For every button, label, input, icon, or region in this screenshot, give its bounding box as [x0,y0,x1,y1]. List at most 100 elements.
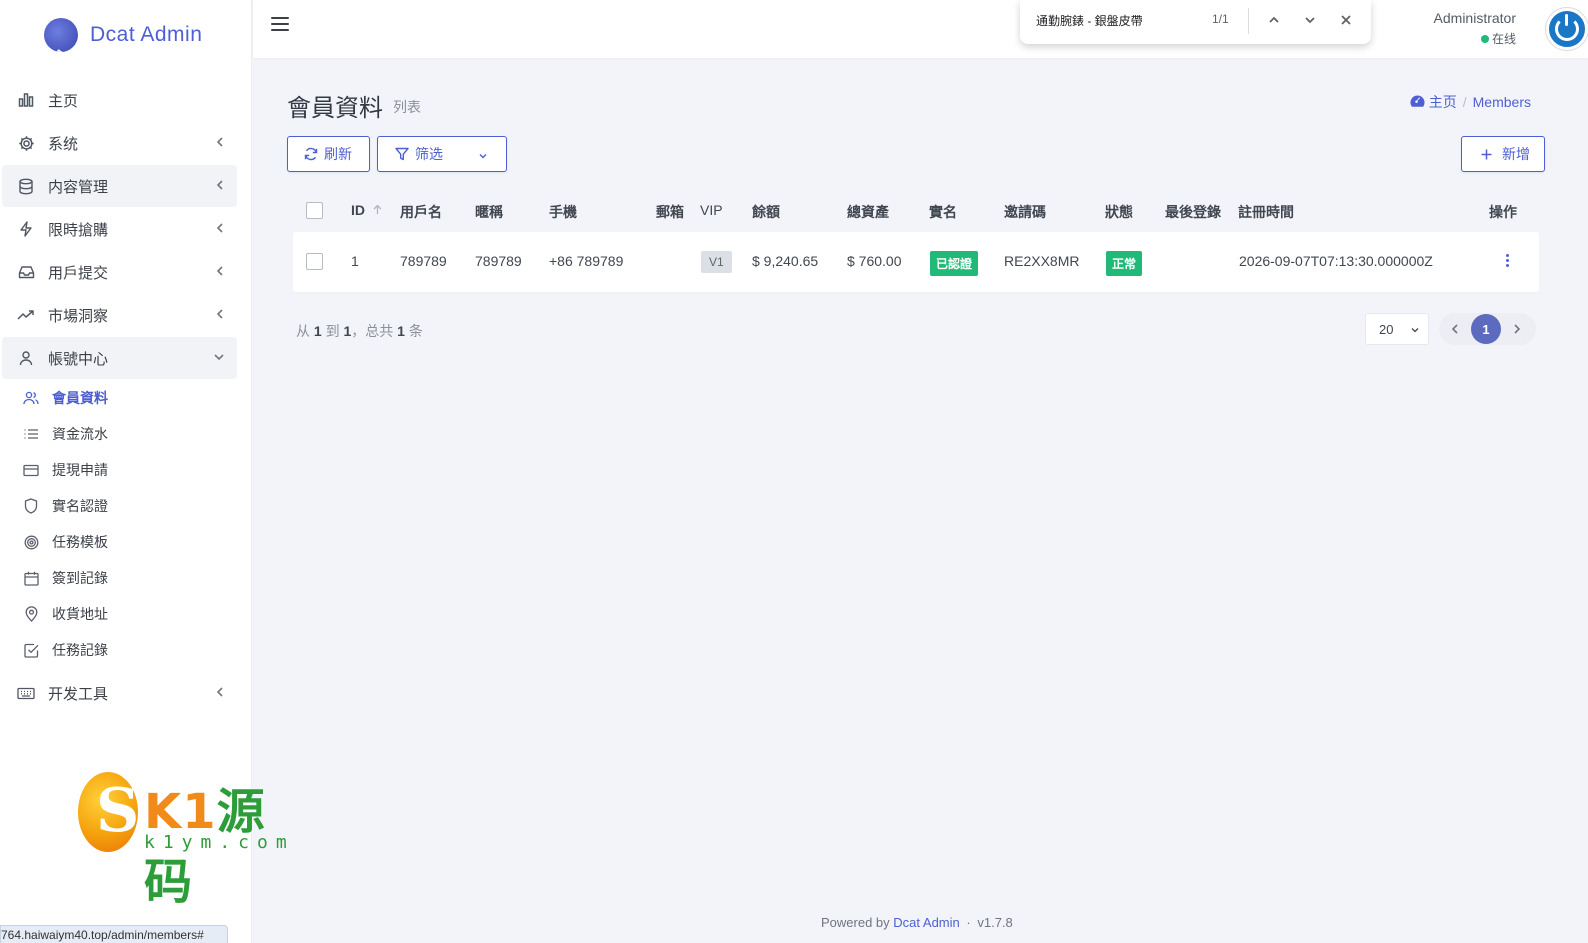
chevron-down-icon [478,148,488,164]
row-actions-icon[interactable] [1506,254,1509,267]
sidebar-subitem-cashflow[interactable]: 資金流水 [0,416,251,452]
new-label: 新增 [1502,146,1530,162]
avatar[interactable] [1546,8,1588,50]
chevron-left-icon [215,221,225,239]
sidebar-subitem-address[interactable]: 收貨地址 [0,596,251,632]
find-input[interactable]: 通勤腕錶 - 銀盤皮帶 [1036,12,1143,29]
per-page-value: 20 [1379,321,1394,337]
filter-label: 筛选 [415,146,443,162]
footer: Powered by Dcat Admin · v1.7.8 [821,915,1013,930]
menu-toggle-icon[interactable] [271,17,289,35]
cell-id: 1 [351,253,359,269]
chevron-left-icon [215,685,225,703]
credit-card-icon [22,461,40,479]
footer-link[interactable]: Dcat Admin [893,915,959,930]
sidebar-item-flash-sale[interactable]: 限時搶購 [2,208,237,250]
page-current[interactable]: 1 [1471,314,1501,344]
calendar-icon [22,569,40,587]
user-name[interactable]: Administrator [1434,10,1516,26]
sidebar-item-home[interactable]: 主页 [2,79,237,121]
select-all-checkbox[interactable] [306,202,323,219]
breadcrumb-home-label: 主页 [1428,94,1457,110]
sidebar-item-system[interactable]: 系统 [2,122,237,164]
summary-to-word: 到 [325,323,340,339]
cell-assets: $ 760.00 [847,253,902,269]
per-page-select[interactable]: 20 [1365,313,1429,345]
filter-button[interactable]: 筛选 [377,136,507,172]
sidebar-item-label: 帳號中心 [48,350,109,368]
cell-nickname: 789789 [475,253,522,269]
sidebar-item-devtools[interactable]: 开发工具 [2,672,237,714]
row-checkbox[interactable] [306,253,323,270]
find-bar: 通勤腕錶 - 銀盤皮帶 1/1 [1020,0,1371,44]
watermark-s-glyph: S [96,776,140,846]
brand-logo-icon [44,18,78,52]
sidebar-nav: 主页 系统 内容管理 限時搶購 用戶提交 市場洞察 帳號中心 會員資料 資金流水… [0,70,251,714]
sidebar-subitem-checkin[interactable]: 簽到記錄 [0,560,251,596]
chevron-down-icon[interactable] [1299,9,1321,31]
sidebar-item-market[interactable]: 市場洞察 [2,294,237,336]
database-icon [16,176,36,196]
shield-icon [22,497,40,515]
filter-icon [395,147,409,161]
sidebar-item-account[interactable]: 帳號中心 [2,337,237,379]
breadcrumb-separator: / [1462,94,1467,110]
inbox-icon [16,262,36,282]
sidebar-subitem-label: 資金流水 [52,426,108,442]
next-page-icon[interactable] [1501,313,1533,345]
table-row[interactable]: 1 789789 789789 +86 789789 V1 $ 9,240.65… [293,232,1539,292]
sidebar: Dcat Admin 主页 系统 内容管理 限時搶購 用戶提交 市場洞察 帳號中… [0,0,287,943]
sidebar-item-label: 限時搶購 [48,221,109,239]
sidebar-subitem-members[interactable]: 會員資料 [0,380,251,416]
sidebar-subitem-task-record[interactable]: 任務記錄 [0,632,251,668]
chevron-left-icon [215,264,225,282]
sidebar-item-submissions[interactable]: 用戶提交 [2,251,237,293]
sidebar-item-label: 用戶提交 [48,264,109,282]
sidebar-subitem-label: 提現申請 [52,462,108,478]
page-description: 列表 [393,99,421,115]
breadcrumb-current: Members [1472,94,1531,110]
map-pin-icon [22,605,40,623]
cell-balance: $ 9,240.65 [752,253,819,269]
plus-icon [1481,149,1492,160]
breadcrumb: 主页 / Members [1410,92,1531,112]
sidebar-subitem-task-template[interactable]: 任務模板 [0,524,251,560]
new-button[interactable]: 新增 [1461,136,1545,172]
sidebar-subitem-label: 會員資料 [52,390,108,406]
summary-total-word: ，总共 [351,323,394,339]
sidebar-subitem-label: 任務模板 [52,534,108,550]
watermark-sub: k1ym.com [144,832,295,853]
find-divider [1248,8,1249,34]
footer-dot: · [966,915,971,930]
sidebar-item-label: 系统 [48,135,79,153]
status-bar-url: 764.haiwaiym40.top/admin/members# [0,925,228,943]
keyboard-icon [16,683,36,703]
close-icon[interactable] [1335,9,1357,31]
cell-phone: +86 789789 [549,253,624,269]
brand[interactable]: Dcat Admin [0,0,251,70]
chevron-left-icon [215,178,225,196]
col-registered: 註冊時間 [1238,204,1294,220]
verified-badge: 已認證 [930,251,979,276]
col-email: 郵箱 [656,204,684,220]
col-balance: 餘額 [752,204,780,220]
breadcrumb-home[interactable]: 主页 [1410,92,1457,112]
chevron-up-icon[interactable] [1263,9,1285,31]
refresh-button[interactable]: 刷新 [287,136,370,172]
brand-name: Dcat Admin [90,23,203,46]
chevron-down-icon [213,350,225,368]
prev-page-icon[interactable] [1439,313,1471,345]
members-table: ID 用戶名 暱稱 手機 郵箱 VIP 餘額 總資產 實名 邀請碼 狀態 最後登… [287,188,1545,292]
status-badge: 正常 [1106,251,1143,276]
col-nickname: 暱稱 [475,204,503,220]
sidebar-subitem-verification[interactable]: 實名認證 [0,488,251,524]
lightning-icon [16,219,36,239]
footer-powered: Powered by [821,915,890,930]
pagination: 1 [1439,313,1536,345]
chevron-left-icon [215,307,225,325]
list-icon [22,425,40,443]
summary-unit: 条 [408,323,423,339]
col-id[interactable]: ID [351,202,382,218]
sidebar-subitem-withdraw[interactable]: 提現申請 [0,452,251,488]
sidebar-item-content[interactable]: 内容管理 [2,165,237,207]
